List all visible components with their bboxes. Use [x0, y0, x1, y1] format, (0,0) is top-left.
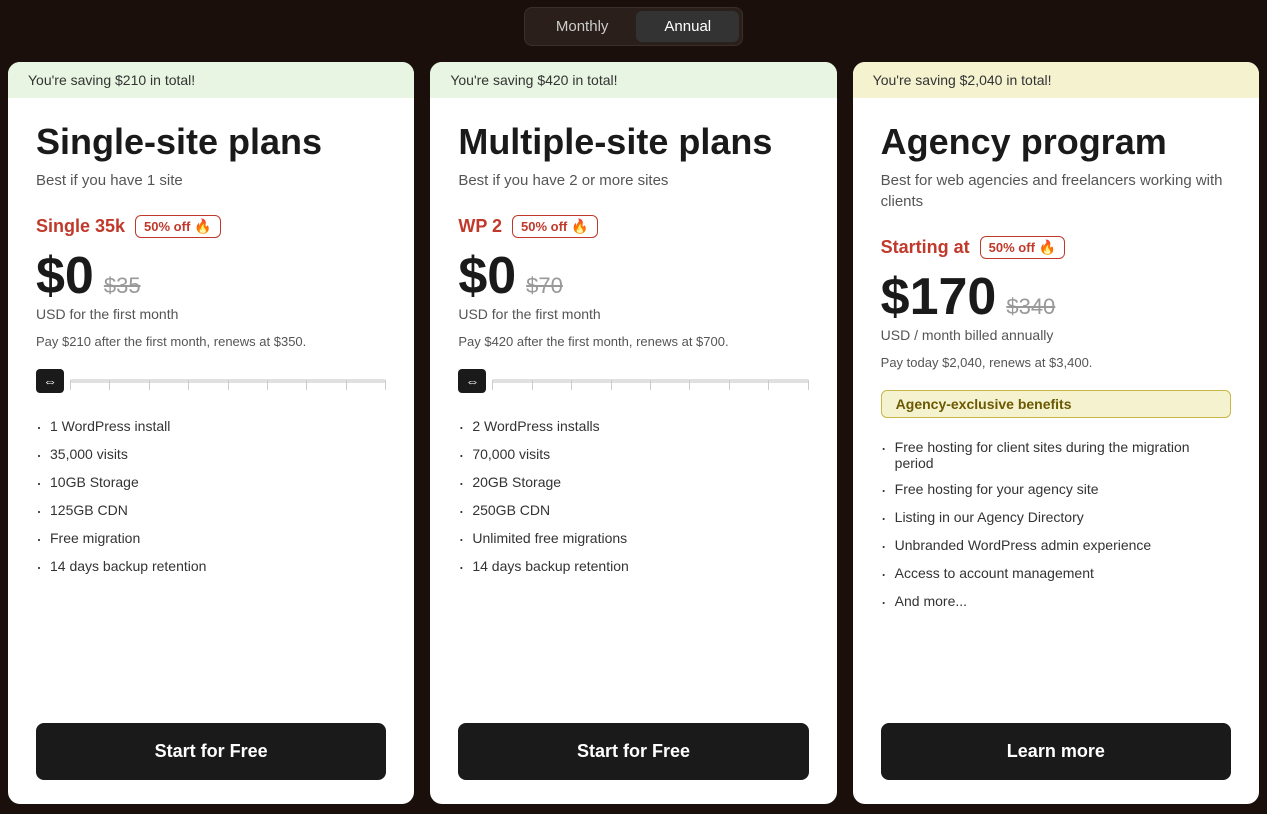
plan-name: Starting at [881, 237, 970, 258]
annual-toggle[interactable]: Annual [636, 11, 739, 42]
discount-badge: 50% off 🔥 [980, 236, 1066, 259]
price-original: $340 [1006, 294, 1055, 320]
savings-banner: You're saving $210 in total! [8, 62, 414, 98]
price-current: $0 [458, 250, 516, 302]
feature-item: Listing in our Agency Directory [881, 504, 1231, 532]
plan-slider[interactable]: ⇔ [36, 369, 386, 393]
price-period: USD for the first month [36, 306, 386, 322]
slider-icon: ⇔ [458, 369, 486, 393]
cta-button[interactable]: Start for Free [36, 723, 386, 780]
price-original: $35 [104, 273, 141, 299]
price-period: USD / month billed annually [881, 327, 1231, 343]
plan-subtitle: Best for web agencies and freelancers wo… [881, 170, 1231, 212]
discount-label: 50% off [989, 240, 1035, 255]
cta-button[interactable]: Learn more [881, 723, 1231, 780]
slider-tick [267, 380, 268, 390]
price-note: Pay today $2,040, renews at $3,400. [881, 355, 1231, 370]
billing-toggle[interactable]: Monthly Annual [524, 7, 743, 46]
discount-badge: 50% off 🔥 [512, 215, 598, 238]
plan-subtitle: Best if you have 2 or more sites [458, 170, 808, 191]
feature-item: Free migration [36, 525, 386, 553]
feature-item: 70,000 visits [458, 441, 808, 469]
slider-tick [492, 380, 493, 390]
plan-title: Single-site plans [36, 122, 386, 162]
pricing-card-multiple-site: You're saving $420 in total! Multiple-si… [430, 62, 836, 804]
discount-badge: 50% off 🔥 [135, 215, 221, 238]
fire-icon: 🔥 [571, 218, 588, 235]
slider-tick [729, 380, 730, 390]
slider-tick [346, 380, 347, 390]
top-bar: Monthly Annual [0, 0, 1267, 52]
fire-icon: 🔥 [1039, 239, 1056, 256]
monthly-toggle[interactable]: Monthly [528, 11, 637, 42]
price-note: Pay $420 after the first month, renews a… [458, 334, 808, 349]
feature-item: 2 WordPress installs [458, 413, 808, 441]
plan-subtitle: Best if you have 1 site [36, 170, 386, 191]
pricing-card-agency: You're saving $2,040 in total! Agency pr… [853, 62, 1259, 804]
slider-tick [650, 380, 651, 390]
discount-label: 50% off [144, 219, 190, 234]
feature-item: 35,000 visits [36, 441, 386, 469]
features-list: 2 WordPress installs70,000 visits20GB St… [458, 413, 808, 699]
plan-title: Multiple-site plans [458, 122, 808, 162]
price-current: $0 [36, 250, 94, 302]
slider-icon: ⇔ [36, 369, 64, 393]
slider-tick [306, 380, 307, 390]
feature-item: Access to account management [881, 560, 1231, 588]
plan-slider[interactable]: ⇔ [458, 369, 808, 393]
cta-button[interactable]: Start for Free [458, 723, 808, 780]
feature-item: 125GB CDN [36, 497, 386, 525]
pricing-card-single-site: You're saving $210 in total! Single-site… [8, 62, 414, 804]
price-period: USD for the first month [458, 306, 808, 322]
slider-tick [611, 380, 612, 390]
feature-item: 1 WordPress install [36, 413, 386, 441]
fire-icon: 🔥 [194, 218, 211, 235]
feature-item: Free hosting for your agency site [881, 476, 1231, 504]
price-current: $170 [881, 271, 997, 323]
feature-item: And more... [881, 588, 1231, 616]
savings-banner: You're saving $420 in total! [430, 62, 836, 98]
slider-tick [385, 380, 386, 390]
slider-tick [808, 380, 809, 390]
slider-tick [188, 380, 189, 390]
feature-item: Free hosting for client sites during the… [881, 434, 1231, 476]
feature-item: 14 days backup retention [36, 553, 386, 581]
plan-title: Agency program [881, 122, 1231, 162]
savings-banner: You're saving $2,040 in total! [853, 62, 1259, 98]
slider-tick [70, 380, 71, 390]
feature-item: Unbranded WordPress admin experience [881, 532, 1231, 560]
feature-item: Unlimited free migrations [458, 525, 808, 553]
slider-tick [768, 380, 769, 390]
plan-name: WP 2 [458, 216, 502, 237]
price-original: $70 [526, 273, 563, 299]
slider-tick [149, 380, 150, 390]
slider-tick [228, 380, 229, 390]
feature-item: 14 days backup retention [458, 553, 808, 581]
slider-tick [689, 380, 690, 390]
discount-label: 50% off [521, 219, 567, 234]
price-note: Pay $210 after the first month, renews a… [36, 334, 386, 349]
slider-tick [532, 380, 533, 390]
feature-item: 10GB Storage [36, 469, 386, 497]
feature-item: 20GB Storage [458, 469, 808, 497]
slider-tick [571, 380, 572, 390]
plan-name: Single 35k [36, 216, 125, 237]
feature-item: 250GB CDN [458, 497, 808, 525]
pricing-cards: You're saving $210 in total! Single-site… [0, 52, 1267, 814]
features-list: Free hosting for client sites during the… [881, 434, 1231, 699]
features-list: 1 WordPress install35,000 visits10GB Sto… [36, 413, 386, 699]
agency-badge: Agency-exclusive benefits [881, 390, 1231, 418]
slider-tick [109, 380, 110, 390]
